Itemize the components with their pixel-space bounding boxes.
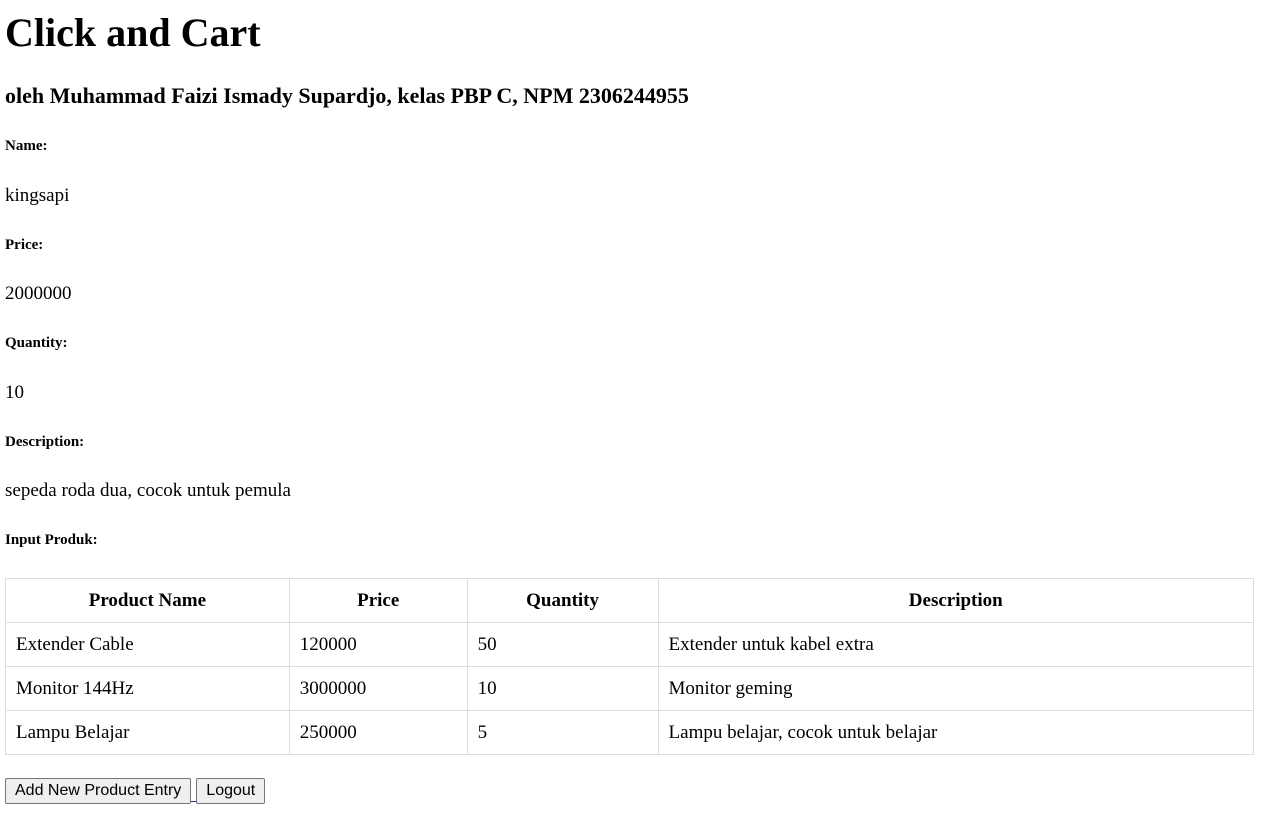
cell-product-name: Extender Cable bbox=[5, 622, 290, 667]
quantity-value: 10 bbox=[5, 382, 24, 403]
header-description: Description bbox=[657, 578, 1255, 623]
header-product-name: Product Name bbox=[5, 578, 290, 623]
table-row: Extender Cable 120000 50 Extender untuk … bbox=[5, 622, 1255, 667]
product-table: Product Name Price Quantity Description … bbox=[5, 578, 1255, 755]
logout-button[interactable]: Logout bbox=[196, 778, 266, 804]
cell-quantity: 10 bbox=[466, 666, 659, 711]
header-quantity: Quantity bbox=[466, 578, 659, 623]
description-label: Description: bbox=[5, 434, 85, 450]
quantity-label: Quantity: bbox=[5, 335, 68, 351]
price-value: 2000000 bbox=[5, 283, 72, 304]
action-bar: Add New Product Entry Logout bbox=[5, 778, 266, 804]
cell-price: 3000000 bbox=[288, 666, 468, 711]
cell-price: 120000 bbox=[288, 622, 468, 667]
add-new-product-button[interactable]: Add New Product Entry bbox=[5, 778, 192, 804]
header-price: Price bbox=[288, 578, 468, 623]
cell-quantity: 5 bbox=[466, 710, 659, 755]
cell-description: Extender untuk kabel extra bbox=[657, 622, 1255, 667]
cell-product-name: Monitor 144Hz bbox=[5, 666, 290, 711]
cell-description: Lampu belajar, cocok untuk belajar bbox=[657, 710, 1255, 755]
table-row: Lampu Belajar 250000 5 Lampu belajar, co… bbox=[5, 710, 1255, 755]
table-header-row: Product Name Price Quantity Description bbox=[5, 578, 1255, 623]
cell-description: Monitor geming bbox=[657, 666, 1255, 711]
cell-quantity: 50 bbox=[466, 622, 659, 667]
input-produk-label: Input Produk: bbox=[5, 532, 98, 548]
page-subtitle: oleh Muhammad Faizi Ismady Supardjo, kel… bbox=[5, 83, 689, 108]
table-row: Monitor 144Hz 3000000 10 Monitor geming bbox=[5, 666, 1255, 711]
page-title: Click and Cart bbox=[5, 10, 261, 55]
cell-product-name: Lampu Belajar bbox=[5, 710, 290, 755]
cell-price: 250000 bbox=[288, 710, 468, 755]
name-label: Name: bbox=[5, 138, 48, 154]
name-value: kingsapi bbox=[5, 185, 70, 206]
description-value: sepeda roda dua, cocok untuk pemula bbox=[5, 480, 291, 501]
price-label: Price: bbox=[5, 237, 44, 253]
